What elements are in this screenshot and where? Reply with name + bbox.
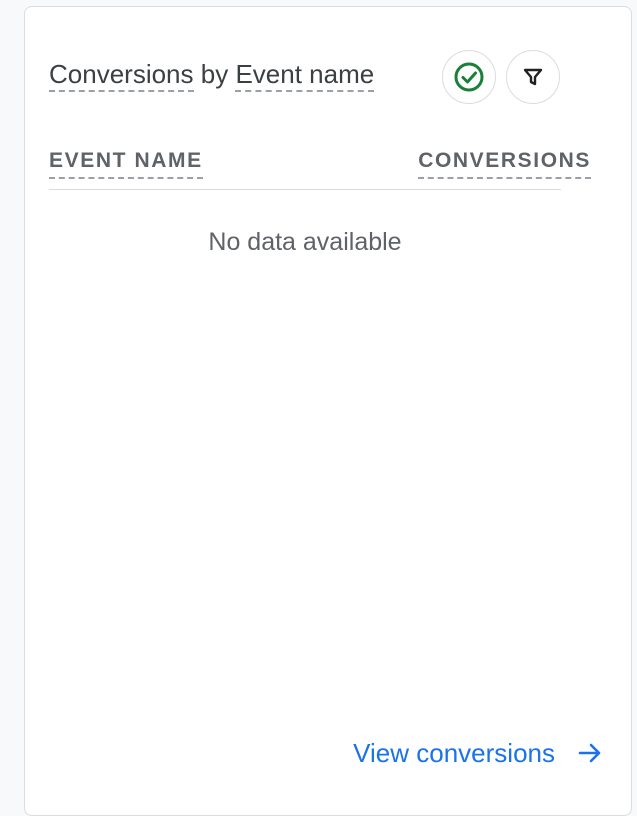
title-dimension[interactable]: Event name	[235, 59, 375, 92]
view-conversions-link[interactable]: View conversions	[353, 733, 603, 773]
view-conversions-label: View conversions	[353, 738, 555, 768]
title-by: by	[200, 59, 229, 89]
comparison-status-button[interactable]	[442, 50, 496, 104]
filter-icon	[523, 68, 543, 86]
column-header-conversions[interactable]: CONVERSIONS	[418, 146, 591, 179]
conversions-card	[24, 6, 632, 816]
title-metric[interactable]: Conversions	[49, 59, 194, 92]
card-title: Conversions by Event name	[49, 54, 375, 94]
arrow-right-icon	[578, 743, 601, 763]
table-divider	[49, 189, 561, 190]
check-circle-icon	[454, 62, 484, 92]
column-header-event-name[interactable]: EVENT NAME	[49, 146, 203, 179]
filter-button[interactable]	[506, 50, 560, 104]
empty-state-message: No data available	[208, 228, 402, 256]
